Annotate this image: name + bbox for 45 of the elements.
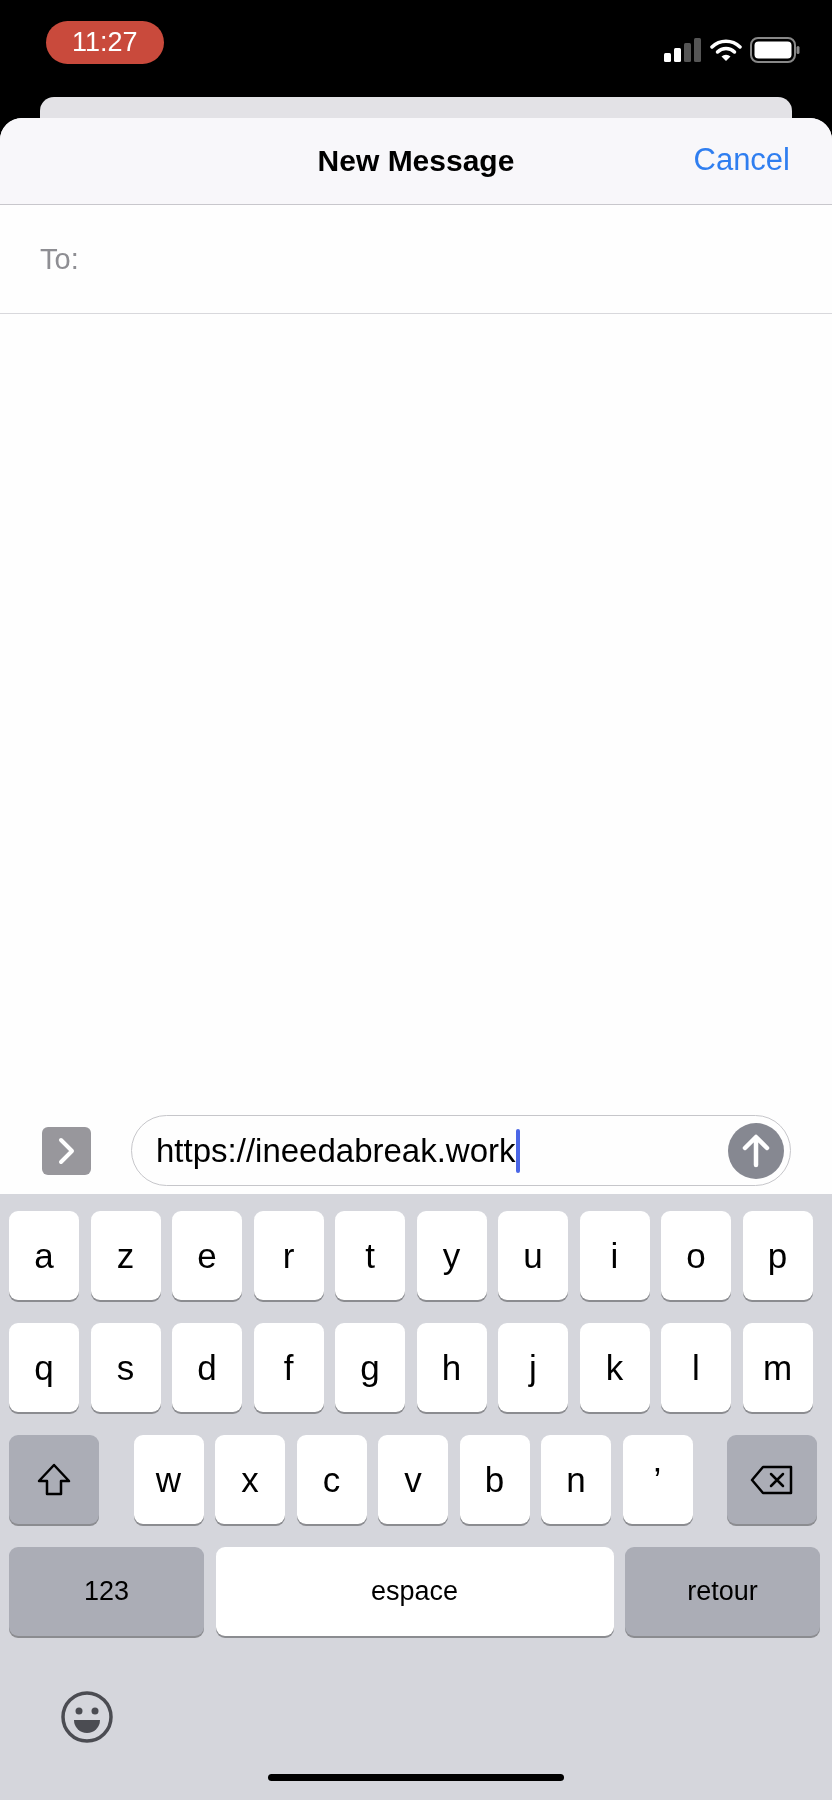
letter-key[interactable]: u [498,1211,568,1300]
letter-key[interactable]: g [335,1323,405,1412]
expand-button[interactable] [42,1126,91,1175]
letter-key[interactable]: w [133,1435,204,1524]
letter-key[interactable]: d [172,1323,242,1412]
letter-key[interactable]: h [416,1323,487,1412]
letter-key[interactable]: x [215,1435,285,1524]
letter-key[interactable]: f [253,1323,324,1412]
return-key[interactable]: retour [625,1547,820,1636]
letter-key[interactable]: ’ [622,1435,693,1524]
letter-key[interactable]: t [335,1211,405,1300]
letter-key[interactable]: o [661,1211,731,1300]
letter-key[interactable]: a [9,1211,79,1300]
sheet-title: New Message [317,144,515,178]
letter-key[interactable]: j [498,1323,568,1412]
text-cursor [515,1128,520,1173]
letter-key[interactable]: r [253,1211,324,1300]
letter-key[interactable]: y [416,1211,487,1300]
letter-key[interactable]: b [459,1435,530,1524]
letter-key[interactable]: c [296,1435,367,1524]
letter-key[interactable]: k [579,1323,650,1412]
battery-icon [750,37,800,63]
letter-key[interactable]: n [541,1435,611,1524]
letter-key[interactable]: e [172,1211,242,1300]
shift-key[interactable] [9,1435,99,1524]
letter-key[interactable]: l [661,1323,731,1412]
signal-icon [664,38,702,62]
letter-key[interactable]: q [9,1323,79,1412]
letter-key[interactable]: i [579,1211,650,1300]
emoji-icon[interactable] [60,1690,114,1744]
letter-key[interactable]: p [742,1211,813,1300]
send-button[interactable] [728,1122,784,1179]
letter-key[interactable]: v [378,1435,448,1524]
to-label: To: [40,242,79,276]
delete-key[interactable] [727,1435,817,1524]
numbers-key[interactable]: 123 [9,1547,204,1636]
wifi-icon [710,38,742,62]
letter-key[interactable]: s [90,1323,161,1412]
letter-key[interactable]: m [742,1323,813,1412]
status-time: 11:27 [46,21,164,64]
letter-key[interactable]: z [90,1211,161,1300]
arrow-up-icon [741,1133,771,1168]
backspace-icon [749,1463,795,1496]
space-key[interactable]: espace [215,1547,614,1636]
cancel-button[interactable]: Cancel [693,142,790,178]
